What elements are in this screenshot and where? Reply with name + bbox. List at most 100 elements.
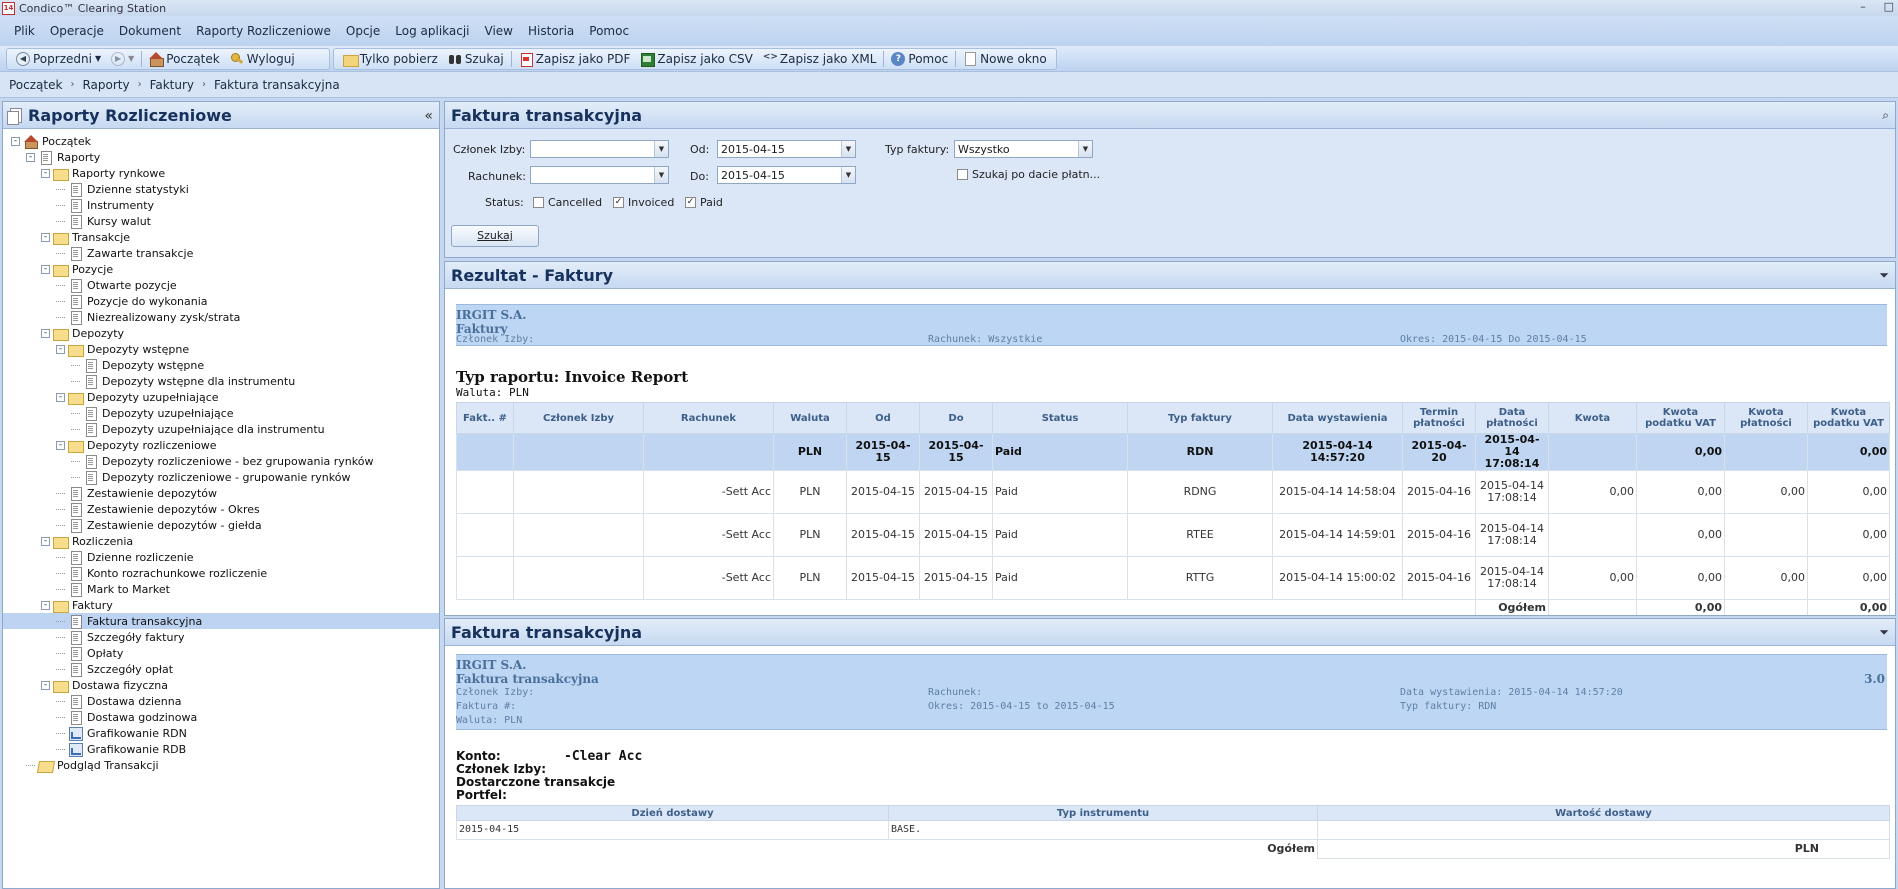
home-button[interactable]: Początek [144, 51, 224, 67]
maximize-button[interactable]: □ [1884, 0, 1894, 13]
column-header[interactable]: Członek Izby [513, 402, 644, 434]
prev-button[interactable]: ◀ Poprzedni ▼ [11, 51, 106, 66]
panel-menu-icon[interactable]: ⏷ [1879, 268, 1889, 283]
menu-operacje[interactable]: Operacje [44, 24, 113, 38]
collapse-toggle-icon[interactable]: - [26, 152, 35, 162]
menu-log-aplikacji[interactable]: Log aplikacji [389, 24, 478, 38]
column-header[interactable]: Od [846, 402, 920, 434]
status-paid-checkbox[interactable]: ✓ Paid [685, 196, 723, 209]
save-pdf-button[interactable]: Zapisz jako PDF [514, 52, 636, 67]
tree-item[interactable]: - Raporty [3, 149, 439, 165]
tree-item[interactable]: Depozyty uzupełniające dla instrumentu [3, 421, 439, 437]
search-button[interactable]: Szukaj [443, 52, 509, 66]
table-row[interactable]: -Sett Acc PLN 2015-04-15 2015-04-15 Paid RDNG… [456, 470, 1890, 514]
minimize-button[interactable]: – [1860, 0, 1866, 13]
menu-view[interactable]: View [479, 24, 522, 38]
check-icon[interactable]: ✓ [613, 197, 624, 208]
collapse-toggle-icon[interactable]: - [41, 680, 50, 690]
collapse-toggle-icon[interactable]: - [41, 264, 50, 274]
tree-item[interactable]: - Depozyty uzupełniające [3, 389, 439, 405]
tree-item[interactable]: Mark to Market [3, 581, 439, 597]
status-invoiced-checkbox[interactable]: ✓ Invoiced [613, 196, 674, 209]
invoice-type-combo[interactable]: Wszystko ▼ [954, 140, 1093, 158]
column-header[interactable]: Status [992, 402, 1128, 434]
member-combo[interactable]: ▼ [530, 140, 669, 158]
tree-item[interactable]: Dostawa godzinowa [3, 709, 439, 725]
tree-item[interactable]: - Dostawa fizyczna [3, 677, 439, 693]
search-by-payment-date-checkbox[interactable]: Szukaj po dacie płatn... [957, 168, 1100, 181]
column-header[interactable]: Kwota podatku VAT [1807, 402, 1890, 434]
tree-item[interactable]: Konto rozrachunkowe rozliczenie [3, 565, 439, 581]
tree-item[interactable]: Grafikowanie RDB [3, 741, 439, 757]
magnifier-icon[interactable]: ⌕ [1882, 108, 1889, 123]
tree-item[interactable]: Zestawienie depozytów - giełda [3, 517, 439, 533]
tree-item[interactable]: Faktura transakcyjna [3, 613, 439, 629]
tree-item[interactable]: - Początek [3, 133, 439, 149]
tree-item[interactable]: Niezrealizowany zysk/strata [3, 309, 439, 325]
column-header[interactable]: Waluta [773, 402, 847, 434]
tree-item[interactable]: Instrumenty [3, 197, 439, 213]
column-header[interactable]: Typ instrumentu [888, 805, 1318, 821]
tree-item[interactable]: Podgląd Transakcji [3, 757, 439, 773]
column-header[interactable]: Rachunek [643, 402, 774, 434]
tree-item[interactable]: - Depozyty rozliczeniowe [3, 437, 439, 453]
tree-item[interactable]: - Raporty rynkowe [3, 165, 439, 181]
table-row[interactable]: -Sett Acc PLN 2015-04-15 2015-04-15 Paid RTEE… [456, 513, 1890, 557]
tree-item[interactable]: Depozyty rozliczeniowe - bez grupowania … [3, 453, 439, 469]
tree-item[interactable]: Pozycje do wykonania [3, 293, 439, 309]
tree-item[interactable]: Dzienne statystyki [3, 181, 439, 197]
menu-raporty-rozliczeniowe[interactable]: Raporty Rozliczeniowe [190, 24, 340, 38]
summary-row[interactable]: PLN 2015-04-15 2015-04-15 Paid RDN 2015-04-14… [456, 433, 1890, 471]
save-csv-button[interactable]: Zapisz jako CSV [635, 52, 757, 67]
column-header[interactable]: Kwota [1548, 402, 1637, 434]
collapse-toggle-icon[interactable]: - [56, 344, 65, 354]
tree-item[interactable]: - Rozliczenia [3, 533, 439, 549]
tree-item[interactable]: - Depozyty [3, 325, 439, 341]
column-header[interactable]: Data płatności [1475, 402, 1549, 434]
checkbox-box[interactable] [957, 169, 968, 180]
tree-item[interactable]: Opłaty [3, 645, 439, 661]
menu-dokument[interactable]: Dokument [113, 24, 190, 38]
logout-button[interactable]: Wyloguj [225, 52, 325, 66]
collapse-toggle-icon[interactable]: - [56, 440, 65, 450]
tree-item[interactable]: Depozyty wstępne [3, 357, 439, 373]
tree-item[interactable]: - Depozyty wstępne [3, 341, 439, 357]
to-date-picker[interactable]: 2015-04-15 ▼ [717, 166, 856, 184]
menu-pomoc[interactable]: Pomoc [583, 24, 638, 38]
tree-item[interactable]: Dzienne rozliczenie [3, 549, 439, 565]
tree-item[interactable]: Grafikowanie RDN [3, 725, 439, 741]
tree-item[interactable]: Szczegóły faktury [3, 629, 439, 645]
tree-item[interactable]: Depozyty wstępne dla instrumentu [3, 373, 439, 389]
dropdown-arrow-icon[interactable]: ▼ [95, 54, 101, 63]
tree-item[interactable]: Depozyty uzupełniające [3, 405, 439, 421]
menu-historia[interactable]: Historia [522, 24, 583, 38]
only-fetch-button[interactable]: Tylko pobierz [338, 52, 443, 67]
next-button[interactable]: ▶ ▼ [106, 51, 139, 66]
save-xml-button[interactable]: Zapisz jako XML [758, 52, 882, 66]
tree-item[interactable]: - Transakcje [3, 229, 439, 245]
collapse-toggle-icon[interactable]: - [56, 392, 65, 402]
tree-item[interactable]: Szczegóły opłat [3, 661, 439, 677]
tree-item[interactable]: Otwarte pozycje [3, 277, 439, 293]
account-combo[interactable]: ▼ [530, 166, 669, 184]
collapse-toggle-icon[interactable]: - [41, 600, 50, 610]
panel-menu-icon[interactable]: ⏷ [1879, 625, 1889, 640]
column-header[interactable]: Termin płatności [1402, 402, 1476, 434]
collapse-toggle-icon[interactable]: - [41, 328, 50, 338]
collapse-toggle-icon[interactable]: - [11, 136, 20, 146]
column-header[interactable]: Wartość dostawy [1317, 805, 1890, 821]
breadcrumb-item[interactable]: Raporty [82, 78, 129, 92]
table-row[interactable]: -Sett Acc PLN 2015-04-15 2015-04-15 Paid RTTG… [456, 556, 1890, 600]
chevron-down-icon[interactable]: ▼ [841, 167, 855, 183]
column-header[interactable]: Do [919, 402, 993, 434]
dropdown-arrow-icon[interactable]: ▼ [128, 54, 134, 63]
tree-item[interactable]: Depozyty rozliczeniowe - grupowanie rynk… [3, 469, 439, 485]
chevron-down-icon[interactable]: ▼ [1078, 141, 1092, 157]
from-date-picker[interactable]: 2015-04-15 ▼ [717, 140, 856, 158]
collapse-toggle-icon[interactable]: - [41, 168, 50, 178]
chevron-down-icon[interactable]: ▼ [654, 167, 668, 183]
tree-item[interactable]: Zestawienie depozytów - Okres [3, 501, 439, 517]
column-header[interactable]: Kwota płatności [1724, 402, 1808, 434]
tree-item[interactable]: - Faktury [3, 597, 439, 613]
checkbox-box[interactable] [533, 197, 544, 208]
